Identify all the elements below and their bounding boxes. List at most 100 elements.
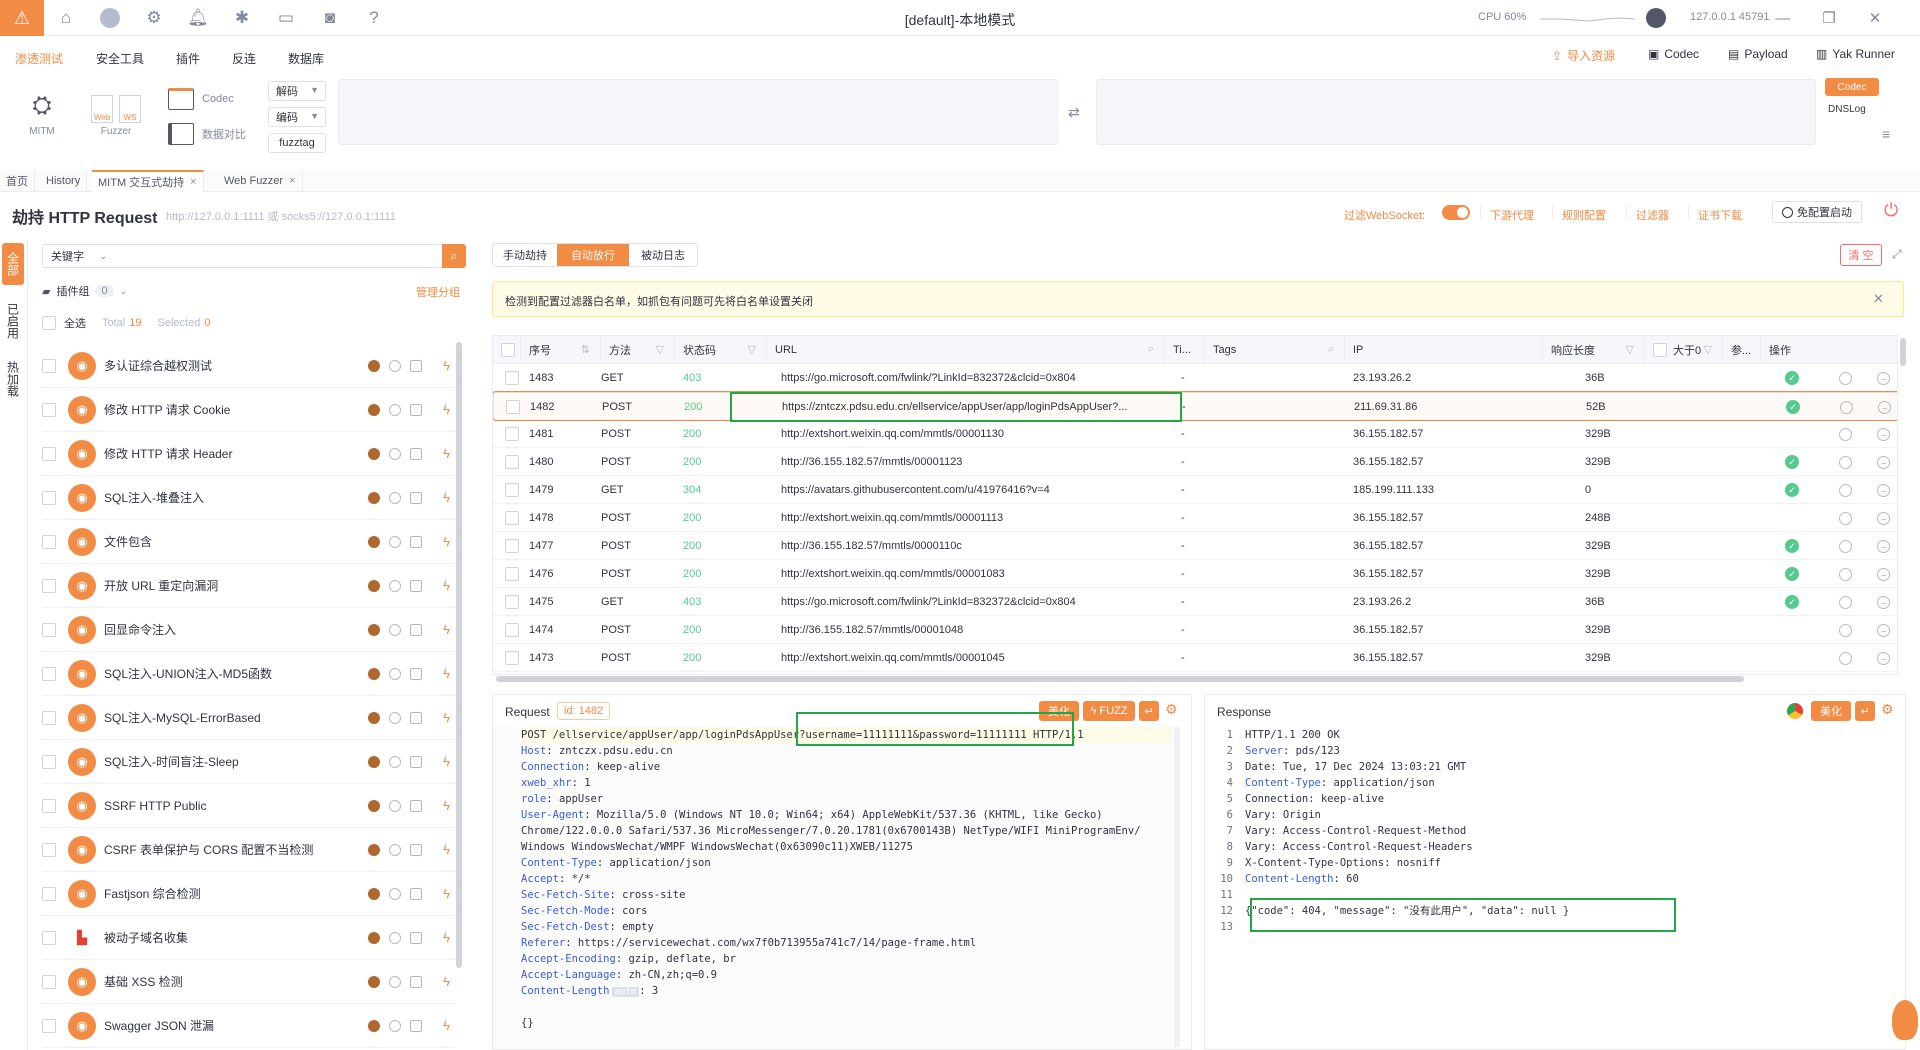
gear-icon[interactable]: ⚙ bbox=[1165, 701, 1178, 718]
payload-top-button[interactable]: ▤ Payload bbox=[1728, 47, 1788, 61]
plugin-checkbox[interactable] bbox=[42, 578, 56, 593]
image-icon[interactable] bbox=[410, 491, 423, 504]
image-icon[interactable] bbox=[410, 975, 423, 988]
column-header[interactable]: IP bbox=[1345, 336, 1543, 364]
column-header[interactable]: 方法 ▽ bbox=[601, 336, 675, 364]
request-editor[interactable]: POST /ellservice/appUser/app/loginPdsApp… bbox=[493, 727, 1173, 1047]
beautify-response-button[interactable]: 美化 bbox=[1811, 701, 1851, 721]
plugin-list-item[interactable]: ◉ 修改 HTTP 请求 Cookie ϟ bbox=[42, 388, 456, 432]
plugin-list-item[interactable]: ◉ SQL注入-MySQL-ErrorBased ϟ bbox=[42, 696, 456, 740]
table-row[interactable]: 1476 POST 200 http://extshort.weixin.qq.com… bbox=[493, 560, 1897, 588]
lightning-icon[interactable]: ϟ bbox=[443, 666, 450, 681]
help-icon[interactable]: ? bbox=[352, 0, 396, 36]
plugin-checkbox[interactable] bbox=[42, 490, 56, 505]
app-logo-icon[interactable]: ⚠ bbox=[0, 0, 44, 36]
row-checkbox[interactable] bbox=[505, 651, 519, 665]
plugin-checkbox[interactable] bbox=[42, 930, 56, 945]
plugin-checkbox[interactable] bbox=[42, 402, 56, 417]
column-header[interactable]: Ti... bbox=[1165, 336, 1205, 364]
user-avatar-icon[interactable] bbox=[88, 0, 132, 36]
arrow-right-icon[interactable]: → bbox=[1877, 483, 1890, 497]
codec-top-button[interactable]: ▣ Codec bbox=[1648, 47, 1699, 61]
filter-link[interactable]: 过滤器 bbox=[1636, 207, 1669, 223]
column-header[interactable]: 响应长度 ▽ bbox=[1543, 336, 1645, 364]
help-icon[interactable] bbox=[389, 403, 402, 416]
help-icon[interactable] bbox=[389, 667, 402, 680]
arrow-right-icon[interactable]: → bbox=[1877, 427, 1890, 441]
plugin-list-item[interactable]: ◉ Fastjson 综合检测 ϟ bbox=[42, 872, 456, 916]
import-resource-button[interactable]: ⇪ 导入资源 bbox=[1552, 47, 1615, 64]
lightning-icon[interactable]: ϟ bbox=[443, 754, 450, 769]
chrome-icon[interactable] bbox=[1839, 651, 1852, 665]
manage-group-link[interactable]: 管理分组 bbox=[416, 284, 460, 300]
help-icon[interactable] bbox=[389, 447, 402, 460]
menu-item-pentest[interactable]: 渗透测试 bbox=[15, 50, 63, 67]
chrome-icon[interactable] bbox=[1839, 539, 1852, 553]
help-icon[interactable] bbox=[389, 1019, 402, 1032]
plugin-group-select[interactable]: ▰ 插件组 0 ⌄ bbox=[42, 283, 127, 299]
fuzzer-tool[interactable]: Web WS Fuzzer bbox=[84, 92, 148, 137]
filter-icon[interactable]: ▽ bbox=[656, 343, 664, 356]
image-icon[interactable] bbox=[410, 887, 423, 900]
gear-icon[interactable]: ⚙ bbox=[132, 0, 176, 36]
swap-icon[interactable]: ⇄ bbox=[1068, 104, 1080, 121]
close-icon[interactable]: ✕ bbox=[1873, 291, 1884, 307]
table-row[interactable]: 1483 GET 403 https://go.microsoft.com/fwlin… bbox=[493, 364, 1897, 392]
cert-download-link[interactable]: 证书下载 bbox=[1698, 207, 1742, 223]
table-row[interactable]: 1474 POST 200 http://36.155.182.57/mmtls/00… bbox=[493, 616, 1897, 644]
column-header[interactable]: 序号 ⇅ bbox=[521, 336, 601, 364]
table-row[interactable]: 1482 POST 200 https://zntczx.pdsu.edu.cn/el… bbox=[493, 391, 1897, 421]
image-icon[interactable] bbox=[410, 1019, 423, 1032]
camera-icon[interactable]: ◙ bbox=[308, 0, 352, 36]
lightning-icon[interactable]: ϟ bbox=[443, 974, 450, 989]
help-icon[interactable] bbox=[389, 799, 402, 812]
tab-passive-log[interactable]: 被动日志 bbox=[629, 244, 697, 266]
help-icon[interactable] bbox=[389, 755, 402, 768]
row-checkbox[interactable] bbox=[505, 623, 519, 637]
select-all-checkbox[interactable] bbox=[42, 316, 56, 330]
search-icon[interactable]: ⌕ bbox=[1328, 343, 1334, 356]
tab-history[interactable]: History bbox=[40, 170, 88, 192]
image-icon[interactable] bbox=[410, 843, 423, 856]
sort-icon[interactable]: ⇅ bbox=[581, 343, 590, 356]
chrome-icon[interactable] bbox=[1840, 400, 1853, 414]
row-checkbox[interactable] bbox=[505, 371, 519, 385]
plugin-checkbox[interactable] bbox=[42, 666, 56, 681]
arrow-right-icon[interactable]: → bbox=[1877, 651, 1890, 665]
lightning-icon[interactable]: ϟ bbox=[443, 842, 450, 857]
plugin-list-item[interactable]: ◉ 回显命令注入 ϟ bbox=[42, 608, 456, 652]
chrome-icon[interactable] bbox=[1839, 455, 1852, 469]
lightning-icon[interactable]: ϟ bbox=[443, 402, 450, 417]
encode-select[interactable]: 编码 ▼ bbox=[268, 107, 326, 127]
table-row[interactable]: 1477 POST 200 http://36.155.182.57/mmtls/00… bbox=[493, 532, 1897, 560]
image-icon[interactable] bbox=[410, 623, 423, 636]
home-icon[interactable]: ⌂ bbox=[44, 0, 88, 36]
lightning-icon[interactable]: ϟ bbox=[443, 930, 450, 945]
yak-runner-top-button[interactable]: ▥ Yak Runner bbox=[1816, 47, 1895, 61]
vtab-all[interactable]: 全部 bbox=[2, 243, 24, 285]
fuzztag-button[interactable]: fuzztag bbox=[268, 133, 326, 153]
plugin-list-item[interactable]: ◉ SQL注入-UNION注入-MD5函数 ϟ bbox=[42, 652, 456, 696]
plugin-checkbox[interactable] bbox=[42, 446, 56, 461]
help-icon[interactable] bbox=[389, 623, 402, 636]
send-to-icon[interactable]: ↵ bbox=[1139, 701, 1159, 721]
table-vscrollbar[interactable] bbox=[1900, 338, 1906, 366]
table-row[interactable]: 1473 POST 200 http://extshort.weixin.qq.com… bbox=[493, 644, 1897, 672]
gear-icon[interactable]: ⚙ bbox=[1881, 701, 1894, 718]
image-icon[interactable] bbox=[410, 667, 423, 680]
close-icon[interactable]: × bbox=[190, 176, 196, 188]
bell-icon[interactable]: 🔔︎ bbox=[176, 0, 220, 36]
table-hscrollbar[interactable] bbox=[496, 676, 1744, 682]
codec-input-area[interactable] bbox=[338, 79, 1058, 145]
vtab-enabled[interactable]: 已启用 bbox=[2, 297, 24, 345]
row-checkbox[interactable] bbox=[505, 483, 519, 497]
plugin-checkbox[interactable] bbox=[42, 1018, 56, 1033]
chrome-icon[interactable] bbox=[1839, 483, 1852, 497]
lightning-icon[interactable]: ϟ bbox=[443, 1018, 450, 1033]
chrome-icon[interactable] bbox=[1787, 703, 1803, 719]
lightning-icon[interactable]: ϟ bbox=[443, 490, 450, 505]
image-icon[interactable] bbox=[410, 535, 423, 548]
row-checkbox[interactable] bbox=[505, 539, 519, 553]
plugin-list-item[interactable]: ◉ Swagger JSON 泄漏 ϟ bbox=[42, 1004, 456, 1048]
help-icon[interactable] bbox=[389, 535, 402, 548]
